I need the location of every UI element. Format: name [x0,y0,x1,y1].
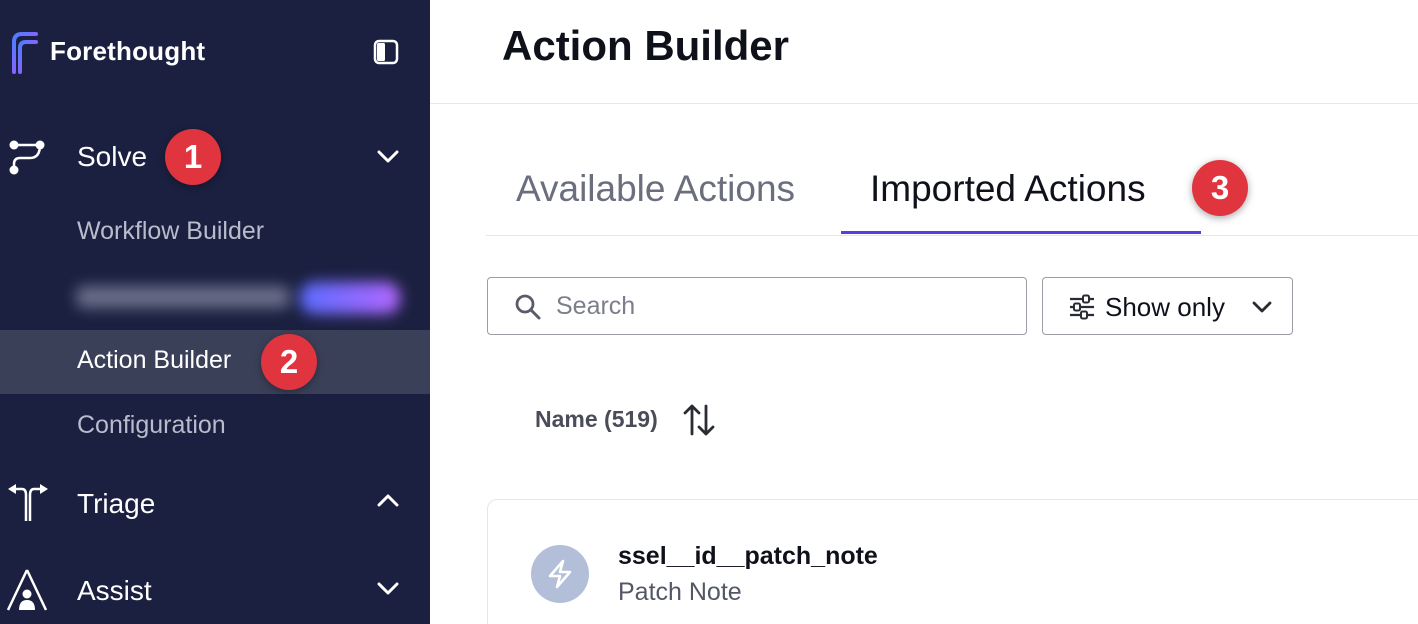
nav-section-triage[interactable]: Triage [0,473,430,533]
lightning-icon [548,559,572,589]
fork-icon [8,484,48,521]
show-only-label: Show only [1105,292,1225,322]
sidebar-item-configuration[interactable]: Configuration [0,395,430,459]
chevron-up-icon[interactable] [374,487,402,515]
chevron-down-icon [1252,301,1272,313]
annotation-badge-1: 1 [165,129,221,185]
sidebar-item-label: Configuration [77,411,226,439]
main-content: Action Builder Available Actions Importe… [430,0,1418,624]
chevron-down-icon[interactable] [374,574,402,602]
nav-label-triage: Triage [77,488,156,519]
sidebar: Forethought Solve 1 Workflow Builder Act… [0,0,430,624]
person-triangle-icon [6,569,48,611]
nav-label-solve: Solve [77,141,148,172]
page-title: Action Builder [502,22,790,69]
action-name: ssel__id__patch_note [618,542,878,570]
nav-label-assist: Assist [77,575,152,606]
annotation-badge-3: 3 [1192,160,1248,216]
app-window: Forethought Solve 1 Workflow Builder Act… [0,0,1418,624]
header-divider [430,103,1418,104]
action-icon-circle [531,545,589,603]
tab-imported-actions[interactable]: Imported Actions [870,168,1146,210]
sidebar-item-label: Action Builder [77,346,232,374]
sidebar-item-action-builder[interactable]: Action Builder [0,330,430,394]
sort-icon[interactable] [682,402,716,438]
sidebar-item-label: Workflow Builder [77,217,265,245]
redacted-sidebar-item [72,276,406,320]
tab-available-actions[interactable]: Available Actions [516,168,795,210]
sidebar-item-workflow-builder[interactable]: Workflow Builder [0,201,430,265]
search-input[interactable] [556,288,1006,324]
active-tab-indicator [841,231,1201,234]
tabs-divider [486,235,1418,236]
search-icon [515,294,541,320]
forethought-logo-icon [12,32,38,74]
chevron-down-icon[interactable] [374,142,402,170]
action-display-name: Patch Note [618,578,742,606]
nav-section-assist[interactable]: Assist [0,560,430,620]
name-column-header[interactable]: Name (519) [535,406,658,433]
action-card[interactable]: ssel__id__patch_note Patch Note [487,499,1418,624]
brand[interactable]: Forethought [8,28,205,76]
sliders-icon [1070,294,1094,320]
route-icon [9,140,45,175]
sidebar-toggle-icon[interactable] [372,38,400,66]
search-box[interactable] [487,277,1027,335]
show-only-dropdown[interactable]: Show only [1042,277,1293,335]
annotation-badge-2: 2 [261,334,317,390]
brand-name: Forethought [50,36,206,66]
